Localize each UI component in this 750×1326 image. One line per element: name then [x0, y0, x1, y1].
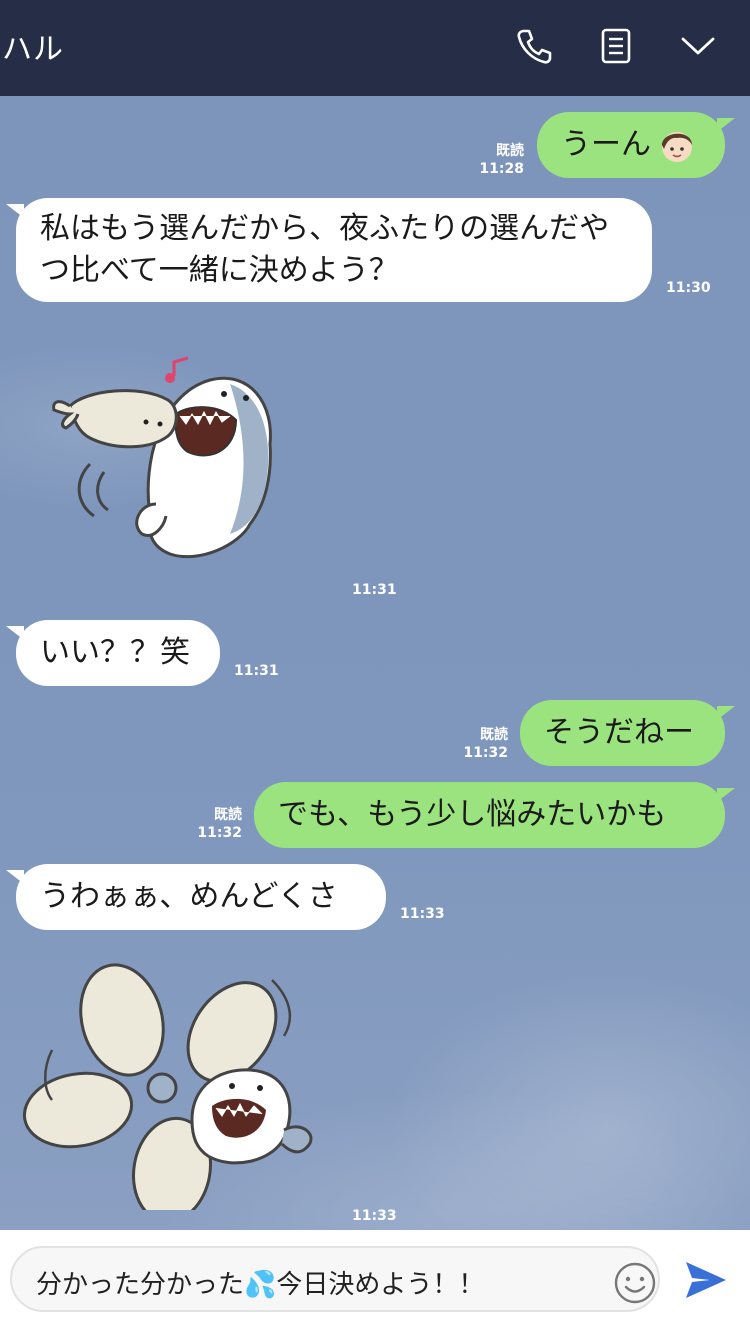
read-receipt: 既読 11:28 — [479, 143, 524, 177]
message-text: そうだねー — [544, 715, 694, 750]
message-input-bar: 分かった分かった💦今日決めよう！！ — [0, 1230, 750, 1326]
message-text: うーん — [561, 127, 651, 162]
message-bubble-out[interactable]: そうだねー — [520, 700, 735, 766]
read-receipt: 既読 11:32 — [197, 807, 242, 841]
message-text: いい？？笑 — [40, 635, 190, 670]
chevron-down-icon[interactable] — [676, 24, 720, 68]
message-text: 私はもう選んだから、夜ふたりの選んだやつ比べて一緒に決めよう？ — [40, 211, 610, 288]
message-bubble-in[interactable]: 私はもう選んだから、夜ふたりの選んだやつ比べて一緒に決めよう？ — [6, 198, 652, 302]
emoji-icon[interactable] — [612, 1260, 658, 1306]
notes-icon[interactable] — [594, 24, 638, 68]
message-input[interactable]: 分かった分かった💦今日決めよう！！ — [10, 1246, 660, 1312]
seal-propeller-shark-sticker[interactable] — [22, 960, 322, 1224]
message-time: 11:33 — [400, 906, 445, 922]
read-receipt: 既読 11:32 — [463, 727, 508, 761]
message-time: 11:31 — [234, 663, 279, 679]
message-time: 11:30 — [666, 280, 711, 296]
boy-face-icon — [655, 123, 699, 167]
chat-area[interactable]: 既読 11:28 うーん 私はもう選んだから、夜ふたりの選んだやつ比べて一緒に決… — [0, 96, 750, 1230]
chat-title[interactable]: ハル — [2, 24, 64, 68]
message-bubble-in[interactable]: いい？？笑 — [6, 620, 220, 686]
message-text: うわぁぁ、めんどくさ — [40, 879, 338, 914]
message-bubble-out[interactable]: でも、もう少し悩みたいかも — [254, 782, 735, 848]
message-time: 11:31 — [352, 582, 397, 598]
message-text: でも、もう少し悩みたいかも — [278, 797, 667, 832]
message-time: 11:33 — [352, 1208, 397, 1224]
chat-header: ハル — [0, 0, 750, 96]
message-bubble-out[interactable]: うーん — [537, 112, 735, 178]
phone-icon[interactable] — [512, 24, 556, 68]
message-bubble-in[interactable]: うわぁぁ、めんどくさ — [6, 864, 386, 930]
send-icon[interactable] — [682, 1256, 730, 1304]
message-input-text[interactable]: 分かった分かった💦今日決めよう！！ — [36, 1264, 484, 1301]
seal-and-shark-sticker[interactable] — [50, 354, 290, 574]
